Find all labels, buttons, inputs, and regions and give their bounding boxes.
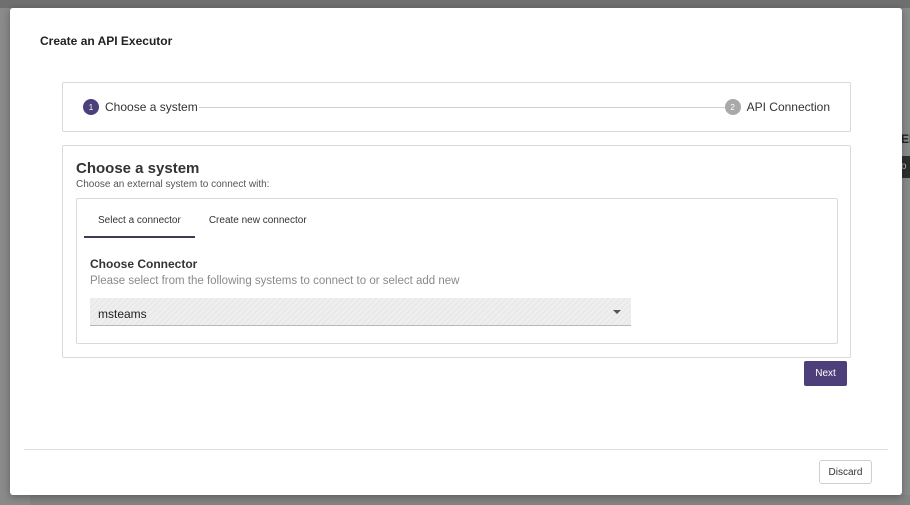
section-title: Choose a system xyxy=(76,160,200,177)
footer-divider xyxy=(24,449,888,450)
stepper-connector-line xyxy=(199,107,731,108)
background-column-header: EN xyxy=(901,132,910,146)
discard-button[interactable]: Discard xyxy=(819,460,872,484)
step-choose-system[interactable]: 1 Choose a system xyxy=(83,99,198,115)
connector-select[interactable]: msteams xyxy=(90,298,631,326)
background-top-strip xyxy=(0,0,910,8)
create-api-executor-modal: Create an API Executor 1 Choose a system… xyxy=(10,8,902,495)
tab-create-new-connector[interactable]: Create new connector xyxy=(195,207,321,238)
step-number-badge: 2 xyxy=(724,99,741,115)
connector-select-value: msteams xyxy=(98,307,147,321)
section-subtitle: Choose an external system to connect wit… xyxy=(76,179,270,190)
connector-tabs: Select a connector Create new connector xyxy=(84,207,321,238)
step-number-badge: 1 xyxy=(83,99,99,115)
chevron-down-icon xyxy=(613,310,621,314)
background-bottom-strip xyxy=(30,495,910,505)
step-label: Choose a system xyxy=(105,100,198,114)
connector-title: Choose Connector xyxy=(90,257,198,271)
tab-select-connector[interactable]: Select a connector xyxy=(84,207,195,238)
stepper: 1 Choose a system 2 API Connection xyxy=(62,82,851,132)
modal-title: Create an API Executor xyxy=(40,34,173,48)
connector-subtitle: Please select from the following systems… xyxy=(90,275,460,287)
next-button[interactable]: Next xyxy=(804,361,847,386)
step-api-connection[interactable]: 2 API Connection xyxy=(724,99,830,115)
choose-system-card: Choose a system Choose an external syste… xyxy=(62,145,851,358)
connector-panel: Select a connector Create new connector … xyxy=(76,198,838,344)
step-label: API Connection xyxy=(746,100,830,114)
